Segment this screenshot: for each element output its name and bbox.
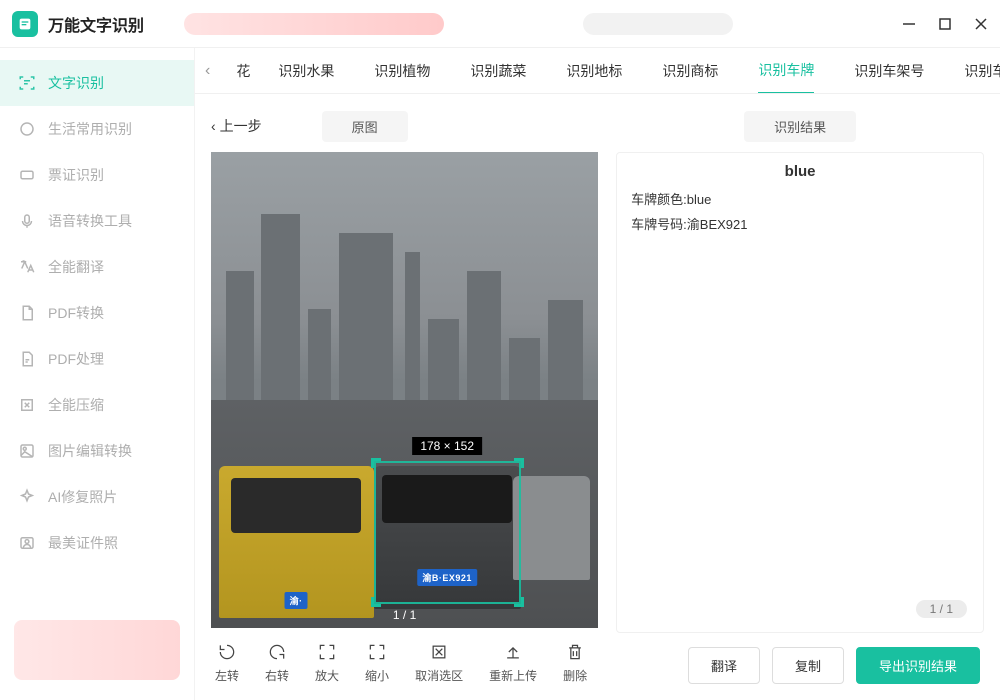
tool-label: 缩小 <box>365 667 389 684</box>
sidebar-item-label: 票证识别 <box>48 165 104 185</box>
translate-button[interactable]: 翻译 <box>688 647 760 684</box>
pdf-process-icon <box>18 350 36 368</box>
ai-restore-icon <box>18 488 36 506</box>
pdf-convert-icon <box>18 304 36 322</box>
sidebar-promo[interactable] <box>14 620 180 680</box>
tool-zoom-in[interactable]: 放大 <box>315 642 339 684</box>
sidebar: 文字识别 生活常用识别 票证识别 语音转换工具 全能翻译 PDF转换 PDF处理… <box>0 48 195 700</box>
sidebar-item-label: PDF转换 <box>48 303 104 323</box>
plate-taxi: 渝· <box>285 592 308 609</box>
tab-vegetable[interactable]: 识别蔬菜 <box>470 49 526 93</box>
tab-vin[interactable]: 识别车架号 <box>854 49 924 93</box>
selection-box[interactable]: 178 × 152 <box>374 461 521 604</box>
result-panel: blue 车牌颜色:blue 车牌号码:渝BEX921 1 / 1 <box>616 152 984 633</box>
audio-icon <box>18 212 36 230</box>
tab-license-plate[interactable]: 识别车牌 <box>758 48 814 94</box>
sidebar-item-audio[interactable]: 语音转换工具 <box>0 198 194 244</box>
tab-trademark[interactable]: 识别商标 <box>662 49 718 93</box>
sidebar-item-label: 语音转换工具 <box>48 211 132 231</box>
sidebar-item-label: 全能翻译 <box>48 257 104 277</box>
tool-label: 右转 <box>265 667 289 684</box>
tool-rotate-right[interactable]: 右转 <box>265 642 289 684</box>
app-logo <box>12 11 38 37</box>
tool-delete[interactable]: 删除 <box>563 642 587 684</box>
result-title: blue <box>631 163 969 180</box>
image-counter: 1 / 1 <box>393 608 416 622</box>
car-taxi: 渝· <box>219 466 374 618</box>
sidebar-item-label: 文字识别 <box>48 73 104 93</box>
category-tabs: ‹ 花 识别水果 识别植物 识别蔬菜 识别地标 识别商标 识别车牌 识别车架号 … <box>195 48 1000 94</box>
tool-label: 取消选区 <box>415 667 463 684</box>
sidebar-item-pdf-convert[interactable]: PDF转换 <box>0 290 194 336</box>
sidebar-item-label: 最美证件照 <box>48 533 118 553</box>
source-image-canvas[interactable]: 渝· 渝B·EX921 178 × 152 1 / 1 <box>211 152 598 628</box>
result-line-color: 车牌颜色:blue <box>631 188 969 213</box>
ticket-icon <box>18 166 36 184</box>
sidebar-item-image-edit[interactable]: 图片编辑转换 <box>0 428 194 474</box>
sidebar-item-translate[interactable]: 全能翻译 <box>0 244 194 290</box>
tool-zoom-out[interactable]: 缩小 <box>365 642 389 684</box>
action-row: 翻译 复制 导出识别结果 <box>616 633 984 688</box>
tool-reupload[interactable]: 重新上传 <box>489 642 537 684</box>
window-minimize-button[interactable] <box>902 17 916 31</box>
image-edit-icon <box>18 442 36 460</box>
sidebar-item-label: 生活常用识别 <box>48 119 132 139</box>
tool-rotate-left[interactable]: 左转 <box>215 642 239 684</box>
tab-plant[interactable]: 识别植物 <box>374 49 430 93</box>
sidebar-item-id-photo[interactable]: 最美证件照 <box>0 520 194 566</box>
sidebar-item-label: 图片编辑转换 <box>48 441 132 461</box>
app-title: 万能文字识别 <box>48 12 144 36</box>
translate-icon <box>18 258 36 276</box>
sidebar-item-label: 全能压缩 <box>48 395 104 415</box>
tab-partial[interactable]: 花 <box>236 49 250 93</box>
sidebar-item-daily[interactable]: 生活常用识别 <box>0 106 194 152</box>
sidebar-item-pdf-process[interactable]: PDF处理 <box>0 336 194 382</box>
sidebar-item-text-ocr[interactable]: 文字识别 <box>0 60 194 106</box>
text-scan-icon <box>18 74 36 92</box>
daily-icon <box>18 120 36 138</box>
selection-size-label: 178 × 152 <box>412 437 482 455</box>
tab-car-model[interactable]: 识别车型 <box>964 49 1000 93</box>
tab-fruit[interactable]: 识别水果 <box>278 49 334 93</box>
compress-icon <box>18 396 36 414</box>
back-label: 上一步 <box>220 116 262 136</box>
tool-clear-selection[interactable]: 取消选区 <box>415 642 463 684</box>
result-counter: 1 / 1 <box>916 600 967 618</box>
tool-label: 放大 <box>315 667 339 684</box>
titlebar: 万能文字识别 <box>0 0 1000 48</box>
car-silver <box>513 476 590 581</box>
sidebar-item-label: AI修复照片 <box>48 487 117 507</box>
image-toolbar: 左转 右转 放大 缩小 取消选区 重新上传 删除 <box>211 628 598 688</box>
tabs-scroll-left-button[interactable]: ‹ <box>205 62 210 80</box>
copy-button[interactable]: 复制 <box>772 647 844 684</box>
export-result-button[interactable]: 导出识别结果 <box>856 647 980 684</box>
tab-landmark[interactable]: 识别地标 <box>566 49 622 93</box>
tool-label: 重新上传 <box>489 667 537 684</box>
window-maximize-button[interactable] <box>938 17 952 31</box>
result-pill: 识别结果 <box>744 111 856 142</box>
tool-label: 删除 <box>563 667 587 684</box>
window-close-button[interactable] <box>974 17 988 31</box>
sidebar-item-ai-restore[interactable]: AI修复照片 <box>0 474 194 520</box>
id-photo-icon <box>18 534 36 552</box>
sidebar-item-ticket[interactable]: 票证识别 <box>0 152 194 198</box>
sidebar-item-compress[interactable]: 全能压缩 <box>0 382 194 428</box>
header-promo-2 <box>583 13 733 35</box>
sidebar-item-label: PDF处理 <box>48 349 104 369</box>
header-promo-1 <box>184 13 444 35</box>
result-line-number: 车牌号码:渝BEX921 <box>631 213 969 238</box>
original-image-pill: 原图 <box>322 111 408 142</box>
tool-label: 左转 <box>215 667 239 684</box>
back-button[interactable]: ‹ 上一步 <box>211 116 262 136</box>
